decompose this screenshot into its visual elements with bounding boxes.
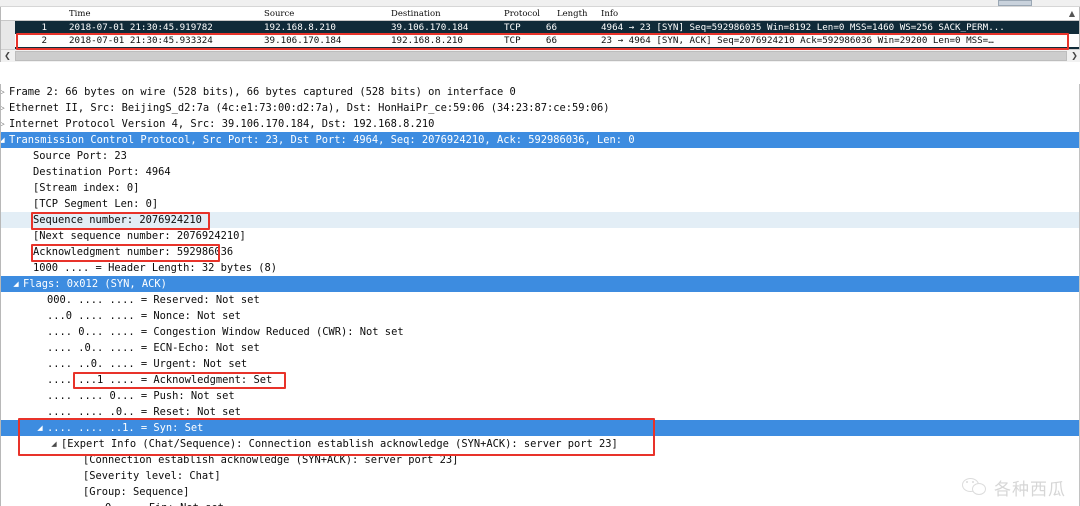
- cell-destination: 39.106.170.184: [391, 22, 469, 33]
- detail-tree-label: Acknowledgment number: 592986036: [33, 246, 234, 258]
- detail-tree-label: 0... = Fin: Not set: [105, 500, 224, 506]
- expanded-triangle-icon[interactable]: ◢: [11, 276, 21, 292]
- detail-tree-row[interactable]: [Stream index: 0]: [1, 180, 1080, 196]
- packet-detail-pane[interactable]: ▷Frame 2: 66 bytes on wire (528 bits), 6…: [0, 84, 1080, 506]
- detail-tree-label: .... .0.. .... = ECN-Echo: Not set: [47, 342, 260, 354]
- table-row[interactable]: 1 2018-07-01 21:30:45.919782 192.168.8.210…: [1, 21, 1079, 34]
- cell-info: 4964 → 23 [SYN] Seq=592986035 Win=8192 L…: [601, 22, 1005, 33]
- row-gutter: [1, 34, 15, 47]
- window-control-fragment[interactable]: [998, 0, 1032, 6]
- detail-tree-row[interactable]: .... ..0. .... = Urgent: Not set: [1, 356, 1080, 372]
- detail-tree-label: Flags: 0x012 (SYN, ACK): [23, 278, 167, 290]
- wireshark-window: ▲ Time Source Destination Protocol Length Inf…: [0, 0, 1080, 506]
- column-header-time[interactable]: Time: [69, 9, 90, 20]
- cell-info: 23 → 4964 [SYN, ACK] Seq=2076924210 Ack=…: [601, 35, 994, 46]
- cell-length: 66: [545, 22, 557, 33]
- cell-no: 2: [41, 35, 47, 46]
- packet-list-header: ▲ Time Source Destination Protocol Length Inf…: [1, 7, 1079, 21]
- detail-tree-label: .... 0... .... = Congestion Window Reduc…: [47, 326, 404, 338]
- detail-tree-label: [Connection establish acknowledge (SYN+A…: [83, 454, 459, 466]
- detail-tree-label: .... .... .0.. = Reset: Not set: [47, 406, 241, 418]
- detail-tree-row[interactable]: .... .... 0... = Push: Not set: [1, 388, 1080, 404]
- detail-tree-label: [Severity level: Chat]: [83, 470, 221, 482]
- detail-tree-row[interactable]: Source Port: 23: [1, 148, 1080, 164]
- detail-tree-label: .... ...1 .... = Acknowledgment: Set: [47, 374, 273, 386]
- scrollbar-thumb[interactable]: [15, 51, 1067, 61]
- detail-tree-row[interactable]: .... .0.. .... = ECN-Echo: Not set: [1, 340, 1080, 356]
- column-header-info[interactable]: Info: [601, 9, 618, 20]
- detail-tree-row[interactable]: ◢ Flags: 0x012 (SYN, ACK): [1, 276, 1080, 292]
- detail-tree-row[interactable]: .... ...1 .... = Acknowledgment: Set: [1, 372, 1080, 388]
- detail-tree-label: .... .... ..1. = Syn: Set: [47, 422, 204, 434]
- detail-tree-row[interactable]: ...0 .... .... = Nonce: Not set: [1, 308, 1080, 324]
- detail-tree-row[interactable]: [Group: Sequence]: [1, 484, 1080, 500]
- detail-tree-label: Ethernet II, Src: BeijingS_d2:7a (4c:e1:…: [9, 102, 610, 114]
- detail-tree-row[interactable]: ◢Transmission Control Protocol, Src Port…: [1, 132, 1080, 148]
- detail-tree-label: ...0 .... .... = Nonce: Not set: [47, 310, 241, 322]
- detail-tree-label: Transmission Control Protocol, Src Port:…: [9, 134, 635, 146]
- detail-tree-row[interactable]: .... .... .0.. = Reset: Not set: [1, 404, 1080, 420]
- cell-no: 1: [41, 22, 47, 33]
- detail-tree-row[interactable]: Sequence number: 2076924210: [1, 212, 1080, 228]
- detail-tree-row[interactable]: ▷Frame 2: 66 bytes on wire (528 bits), 6…: [1, 84, 1080, 100]
- cell-source: 39.106.170.184: [264, 35, 342, 46]
- expanded-triangle-icon[interactable]: ◢: [35, 420, 45, 436]
- collapsed-triangle-icon[interactable]: ▷: [1, 100, 7, 116]
- scroll-up-icon[interactable]: ▲: [1066, 8, 1078, 20]
- detail-tree-row[interactable]: ▷Internet Protocol Version 4, Src: 39.10…: [1, 116, 1080, 132]
- detail-tree-label: Internet Protocol Version 4, Src: 39.106…: [9, 118, 435, 130]
- detail-tree-label: Destination Port: 4964: [33, 166, 171, 178]
- detail-tree-label: [Stream index: 0]: [33, 182, 140, 194]
- window-chrome-strip: [0, 0, 1080, 7]
- detail-tree-label: Source Port: 23: [33, 150, 127, 162]
- watermark: 各种西瓜: [962, 475, 1066, 500]
- packet-list-horizontal-scrollbar[interactable]: ❮ ❯: [1, 49, 1080, 62]
- detail-tree-label: .... ..0. .... = Urgent: Not set: [47, 358, 248, 370]
- collapsed-triangle-icon[interactable]: ▷: [1, 84, 7, 100]
- detail-tree-row[interactable]: Destination Port: 4964: [1, 164, 1080, 180]
- scroll-left-icon[interactable]: ❮: [1, 50, 14, 63]
- detail-tree-row[interactable]: Acknowledgment number: 592986036: [1, 244, 1080, 260]
- detail-tree-label: .... .... 0... = Push: Not set: [47, 390, 235, 402]
- table-row[interactable]: 2 2018-07-01 21:30:45.933324 39.106.170.18…: [1, 34, 1079, 47]
- expanded-triangle-icon[interactable]: ◢: [1, 132, 7, 148]
- scroll-right-icon[interactable]: ❯: [1068, 50, 1080, 63]
- row-gutter: [1, 21, 15, 34]
- packet-list-pane[interactable]: ▲ Time Source Destination Protocol Length Inf…: [0, 7, 1080, 62]
- cell-length: 66: [545, 35, 557, 46]
- column-header-destination[interactable]: Destination: [391, 9, 441, 20]
- cell-protocol: TCP: [504, 22, 521, 33]
- detail-tree-label: 1000 .... = Header Length: 32 bytes (8): [33, 262, 277, 274]
- detail-tree-label: 000. .... .... = Reserved: Not set: [47, 294, 260, 306]
- expanded-triangle-icon[interactable]: ◢: [49, 436, 59, 452]
- detail-tree-row[interactable]: 000. .... .... = Reserved: Not set: [1, 292, 1080, 308]
- detail-tree-row[interactable]: ◢ [Expert Info (Chat/Sequence): Connectio…: [1, 436, 1080, 452]
- column-header-length[interactable]: Length: [557, 9, 587, 20]
- cell-destination: 192.168.8.210: [391, 35, 463, 46]
- detail-tree-row[interactable]: [TCP Segment Len: 0]: [1, 196, 1080, 212]
- detail-tree-label: [Next sequence number: 2076924210]: [33, 230, 246, 242]
- detail-tree-label: [Group: Sequence]: [83, 486, 190, 498]
- detail-tree-label: [TCP Segment Len: 0]: [33, 198, 159, 210]
- detail-tree-label: Sequence number: 2076924210: [33, 214, 202, 226]
- column-header-protocol[interactable]: Protocol: [504, 9, 540, 20]
- detail-tree-row[interactable]: [Next sequence number: 2076924210]: [1, 228, 1080, 244]
- detail-tree-row[interactable]: ◢.... .... ..1. = Syn: Set: [1, 420, 1080, 436]
- column-header-source[interactable]: Source: [264, 9, 294, 20]
- detail-tree-row[interactable]: [Connection establish acknowledge (SYN+A…: [1, 452, 1080, 468]
- watermark-text: 各种西瓜: [994, 480, 1066, 500]
- detail-tree-row[interactable]: 1000 .... = Header Length: 32 bytes (8): [1, 260, 1080, 276]
- detail-tree-row[interactable]: .... 0... .... = Congestion Window Reduc…: [1, 324, 1080, 340]
- cell-protocol: TCP: [504, 35, 521, 46]
- detail-tree-row[interactable]: ▷Ethernet II, Src: BeijingS_d2:7a (4c:e1…: [1, 100, 1080, 116]
- cell-time: 2018-07-01 21:30:45.933324: [69, 35, 213, 46]
- detail-tree-label: Frame 2: 66 bytes on wire (528 bits), 66…: [9, 86, 516, 98]
- detail-tree-label: [Expert Info (Chat/Sequence): Connection…: [61, 438, 618, 450]
- cell-source: 192.168.8.210: [264, 22, 336, 33]
- collapsed-triangle-icon[interactable]: ▷: [1, 116, 7, 132]
- wechat-icon: [962, 478, 988, 497]
- cell-time: 2018-07-01 21:30:45.919782: [69, 22, 213, 33]
- detail-tree-row[interactable]: [Severity level: Chat]: [1, 468, 1080, 484]
- detail-tree-row[interactable]: 0... = Fin: Not set: [1, 500, 1080, 506]
